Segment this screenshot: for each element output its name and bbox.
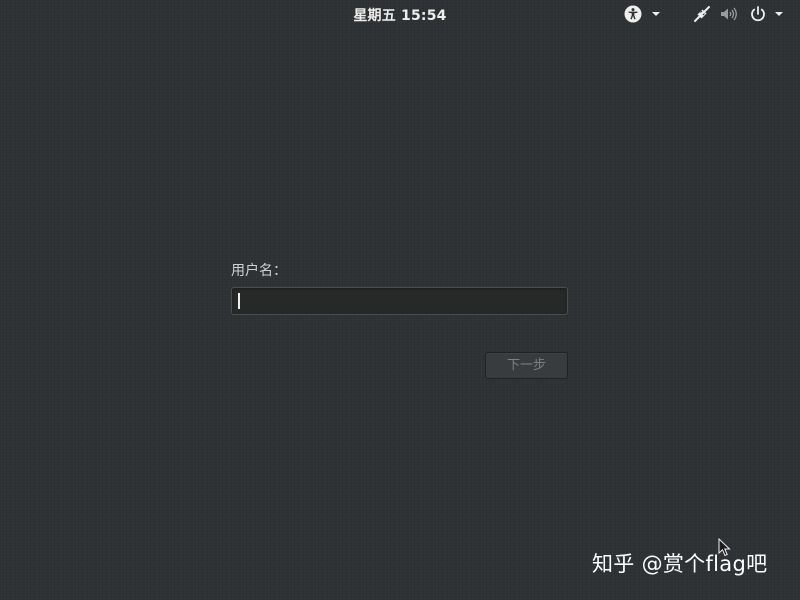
power-icon[interactable] [749, 5, 767, 23]
dropdown-arrow-icon[interactable] [651, 5, 661, 23]
clock[interactable]: 星期五 15:54 [0, 5, 800, 25]
text-caret [238, 293, 240, 309]
username-input[interactable] [231, 287, 568, 315]
next-button[interactable]: 下一步 [485, 352, 568, 379]
volume-icon[interactable] [719, 5, 737, 23]
network-icon[interactable] [693, 5, 711, 23]
accessibility-icon[interactable] [624, 5, 642, 23]
clock-day: 星期五 [353, 8, 396, 24]
top-bar: 星期五 15:54 [0, 0, 800, 27]
clock-time: 15:54 [401, 8, 447, 24]
watermark: 知乎 @赏个flag吧 [592, 552, 768, 576]
dropdown-arrow-icon[interactable] [774, 5, 784, 23]
username-label: 用户名： [231, 263, 287, 279]
